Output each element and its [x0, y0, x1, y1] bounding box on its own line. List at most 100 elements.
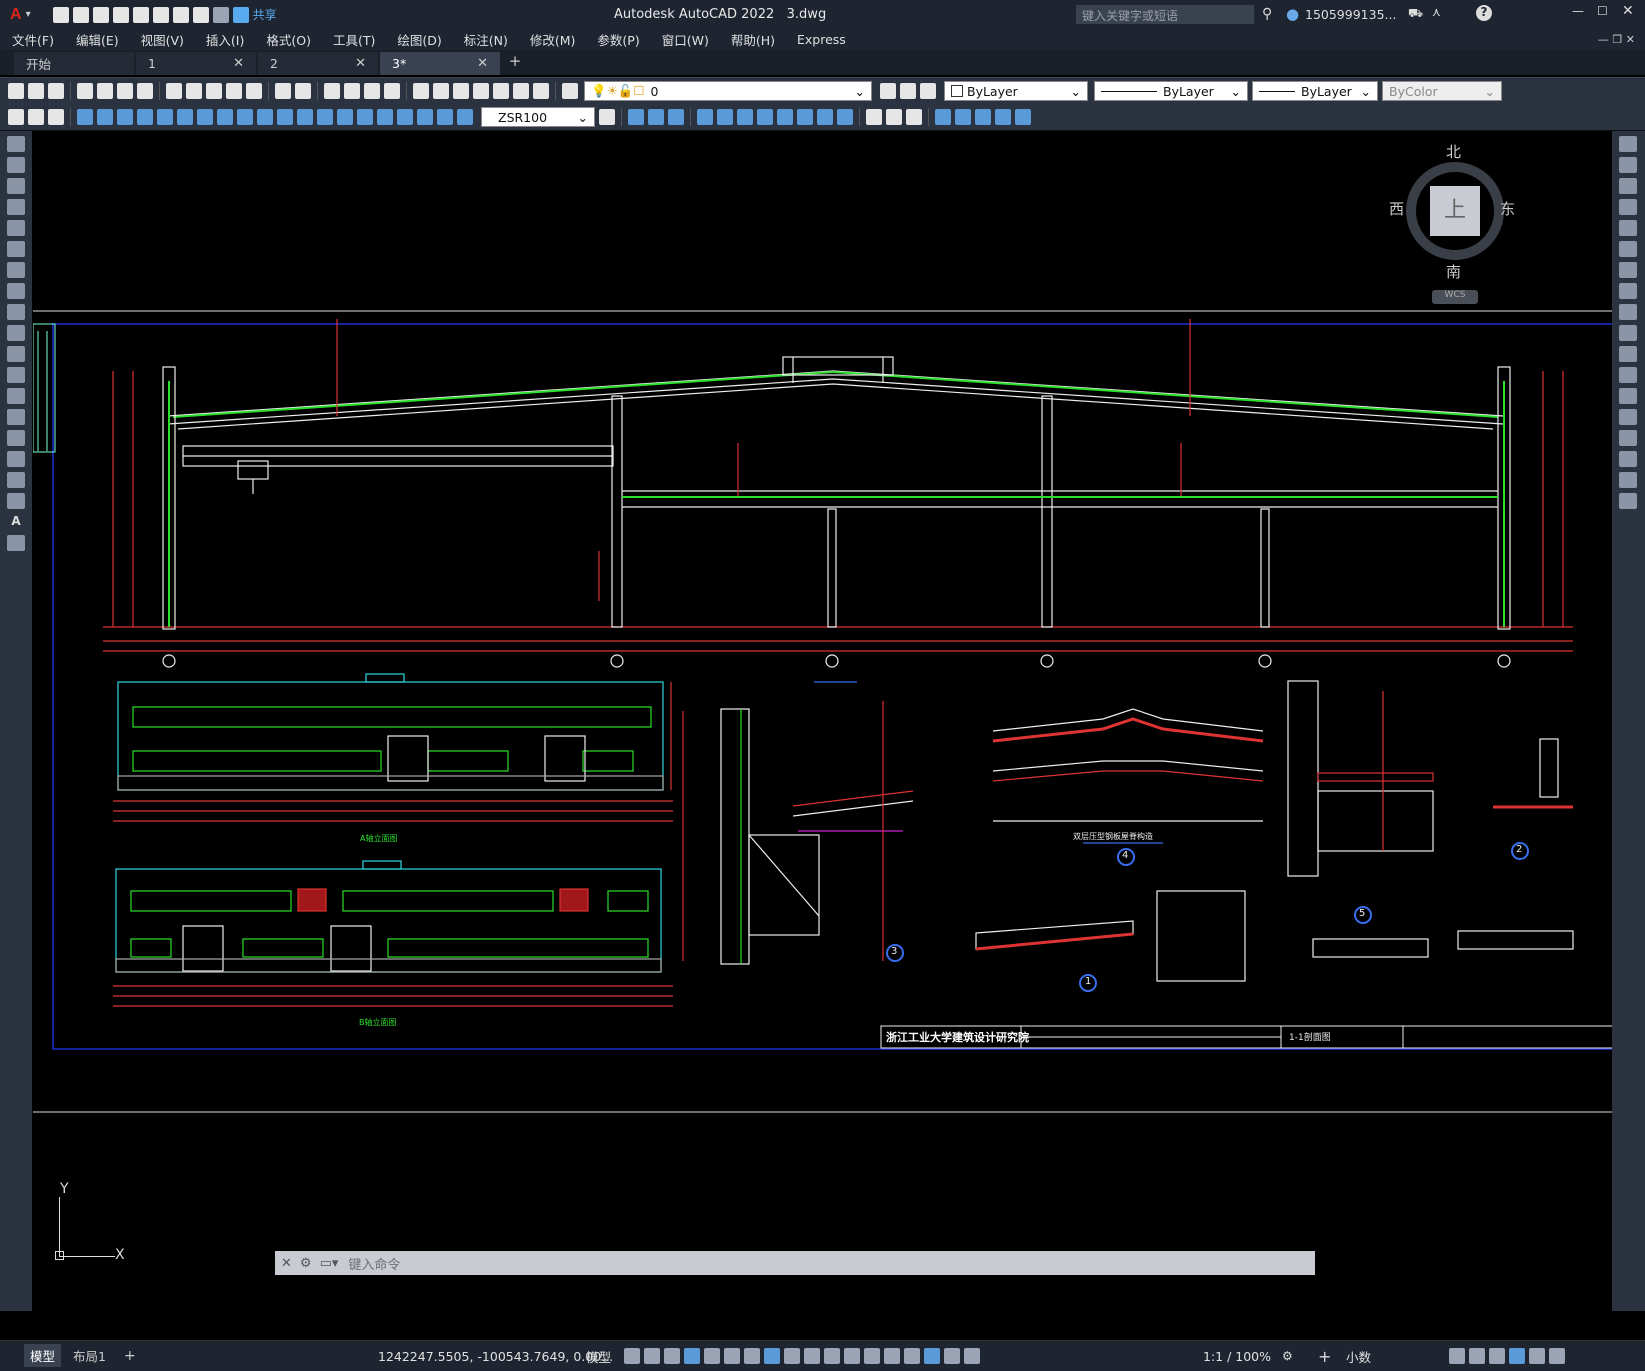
arc-icon[interactable] [7, 241, 25, 257]
grid-icon[interactable] [624, 1348, 640, 1364]
search-icon[interactable]: ⚲ [1262, 6, 1272, 22]
insert-block-icon[interactable] [7, 367, 25, 383]
transparency-icon[interactable] [804, 1348, 820, 1364]
blend-curves-icon[interactable] [1619, 472, 1637, 488]
undo-icon[interactable] [192, 6, 209, 23]
baseline-dim-icon[interactable] [257, 109, 273, 125]
zoom-previous-icon[interactable] [384, 83, 400, 99]
user-name[interactable]: 1505999135... [1305, 7, 1396, 22]
tab-layout1[interactable]: 布局1 [73, 1346, 106, 1365]
plot-icon[interactable] [77, 83, 93, 99]
menu-insert[interactable]: 插入(I) [206, 30, 244, 49]
tab-1[interactable]: 1 ✕ [136, 52, 256, 75]
wrench-icon[interactable]: ⚙ [300, 1256, 312, 1271]
close-window-button[interactable]: ✕ [1622, 3, 1634, 19]
search-box[interactable]: 键入关键字或短语 [1076, 5, 1254, 24]
3d-tool-icon[interactable] [628, 109, 644, 125]
plus-icon[interactable]: + [1318, 1347, 1331, 1366]
user-icon[interactable]: ● [1286, 5, 1299, 23]
mtext-icon[interactable]: A [7, 514, 25, 530]
command-prompt-icon[interactable]: ▭▾ [320, 1256, 339, 1271]
compass-north[interactable]: 北 [1446, 141, 1461, 162]
auto-scale-icon[interactable] [944, 1348, 960, 1364]
close-tab-icon[interactable]: ✕ [477, 56, 488, 71]
tolerance-icon[interactable] [337, 109, 353, 125]
wcs-menu[interactable]: WCS [1432, 290, 1478, 304]
drawing-canvas[interactable]: 浙江工业大学建筑设计研究院 1-1剖面图 A轴立面图 B轴立面图 双层压型钢板屋… [33, 131, 1612, 1340]
move-icon[interactable] [1619, 241, 1637, 257]
sheet-set-icon[interactable] [473, 83, 489, 99]
fillet-icon[interactable] [1619, 451, 1637, 467]
ortho-icon[interactable] [684, 1348, 700, 1364]
modeling-icon[interactable] [717, 109, 733, 125]
plot-icon[interactable] [172, 6, 189, 23]
view-icon[interactable] [955, 109, 971, 125]
erase-icon[interactable] [1619, 136, 1637, 152]
close-tab-icon[interactable]: ✕ [233, 56, 244, 71]
modeling-icon[interactable] [757, 109, 773, 125]
compass-south[interactable]: 南 [1446, 261, 1461, 282]
isolate-objects-icon[interactable] [1489, 1348, 1505, 1364]
lineweight-dropdown[interactable]: ByLayer ⌄ [1252, 81, 1378, 101]
copy-icon[interactable] [186, 83, 202, 99]
linear-dim-icon[interactable] [77, 109, 93, 125]
modeling-icon[interactable] [797, 109, 813, 125]
zoom-realtime-icon[interactable] [344, 83, 360, 99]
qnew-icon[interactable] [8, 83, 24, 99]
jogged-dim-icon[interactable] [177, 109, 193, 125]
radius-dim-icon[interactable] [157, 109, 173, 125]
units-dropdown[interactable]: 小数 [1346, 1347, 1371, 1366]
pan-icon[interactable] [324, 83, 340, 99]
construction-line-icon[interactable] [7, 157, 25, 173]
design-center-icon[interactable] [433, 83, 449, 99]
ellipse-arc-icon[interactable] [7, 346, 25, 362]
inspection-icon[interactable] [377, 109, 393, 125]
menu-draw[interactable]: 绘图(D) [397, 30, 441, 49]
extend-icon[interactable] [1619, 346, 1637, 362]
clean-screen-icon[interactable] [1529, 1348, 1545, 1364]
point-icon[interactable] [7, 409, 25, 425]
open-file-icon[interactable] [72, 6, 89, 23]
share-label[interactable]: 共享 [253, 6, 277, 23]
dim-text-edit-icon[interactable] [437, 109, 453, 125]
osnap-icon[interactable] [764, 1348, 780, 1364]
revcloud-icon[interactable] [7, 283, 25, 299]
linetype-dropdown[interactable]: ByLayer ⌄ [1094, 81, 1248, 101]
close-tab-icon[interactable]: ✕ [355, 56, 366, 71]
copy-object-icon[interactable] [1619, 157, 1637, 173]
menu-file[interactable]: 文件(F) [12, 30, 54, 49]
rectangle-icon[interactable] [7, 220, 25, 236]
continue-dim-icon[interactable] [277, 109, 293, 125]
make-current-icon[interactable] [880, 83, 896, 99]
selection-cycling-icon[interactable] [824, 1348, 840, 1364]
compass-west[interactable]: 西 [1389, 198, 1404, 219]
help-icon[interactable] [533, 83, 549, 99]
infer-icon[interactable] [664, 1348, 680, 1364]
dim-update-icon[interactable] [457, 109, 473, 125]
save-web-icon[interactable] [152, 6, 169, 23]
open-icon[interactable] [28, 83, 44, 99]
modeling-icon[interactable] [777, 109, 793, 125]
polar-icon[interactable] [704, 1348, 720, 1364]
maximize-button[interactable]: ☐ [1597, 4, 1608, 18]
menu-express[interactable]: Express [797, 32, 846, 47]
annotation-scale-icon[interactable] [964, 1348, 980, 1364]
redo-icon[interactable] [212, 6, 229, 23]
menu-dimension[interactable]: 标注(N) [464, 30, 508, 49]
dynamic-ucs-icon[interactable] [864, 1348, 880, 1364]
command-line[interactable]: ✕ ⚙ ▭▾ 键入命令 [275, 1251, 1315, 1275]
gizmo-icon[interactable] [904, 1348, 920, 1364]
compass-east[interactable]: 东 [1500, 198, 1515, 219]
new-file-icon[interactable] [52, 6, 69, 23]
autodesk-app-icon[interactable]: ⋏ [1432, 5, 1441, 19]
match-properties-icon[interactable] [226, 83, 242, 99]
line-icon[interactable] [7, 136, 25, 152]
break-point-icon[interactable] [1619, 367, 1637, 383]
trim-icon[interactable] [1619, 325, 1637, 341]
add-layout-icon[interactable]: + [124, 1348, 136, 1364]
array-icon[interactable] [1619, 220, 1637, 236]
mirror-icon[interactable] [1619, 178, 1637, 194]
dim-edit-icon[interactable] [417, 109, 433, 125]
snap-icon[interactable] [644, 1348, 660, 1364]
gradient-icon[interactable] [7, 451, 25, 467]
